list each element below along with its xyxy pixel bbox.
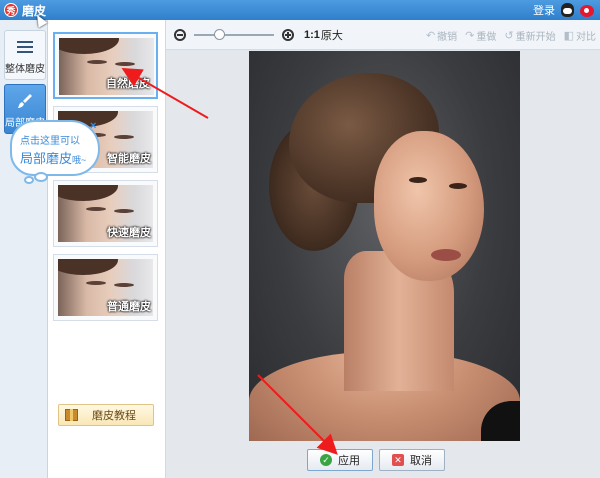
redo-icon: ↷	[465, 30, 475, 42]
tutorial-label: 磨皮教程	[92, 410, 136, 422]
app-logo-icon: 秀	[4, 3, 18, 17]
hint-line-1: 点击这里可以	[20, 136, 80, 147]
tab-label: 整体磨皮	[5, 64, 45, 75]
tab-whole-skin-smoothing[interactable]: 整体磨皮	[4, 30, 46, 80]
history-actions: ↶ 撤销 ↷ 重做 ↺ 重新开始 ◧ 对比	[426, 28, 596, 43]
original-size-label[interactable]: 原大	[321, 27, 343, 43]
zoom-slider-thumb[interactable]	[214, 28, 225, 40]
login-link[interactable]: 登录	[533, 2, 555, 18]
undo-icon: ↶	[425, 30, 436, 42]
hint-bubble: × 点击这里可以 局部磨皮哦~	[10, 120, 100, 176]
preset-label: 快速磨皮	[107, 227, 151, 239]
photo-eye-right	[449, 183, 467, 189]
hint-line-2-main: 局部磨皮	[20, 151, 73, 166]
restart-label: 重新开始	[515, 32, 556, 43]
zoom-slider[interactable]	[194, 28, 274, 40]
photo-eye-left	[409, 177, 427, 183]
bubble-close-icon[interactable]: ×	[90, 120, 96, 132]
hint-line-2: 局部磨皮哦~	[20, 148, 86, 167]
weibo-icon[interactable]	[580, 5, 594, 17]
portrait-photo[interactable]	[249, 51, 520, 441]
apply-label: 应用	[338, 455, 360, 467]
action-buttons: ✓ 应用 ✕ 取消	[307, 449, 445, 471]
actual-size-ratio[interactable]: 1:1	[304, 29, 320, 41]
preset-natural[interactable]: 自然磨皮	[53, 32, 158, 99]
title-actions: 登录	[533, 2, 594, 18]
brush-icon	[18, 94, 32, 108]
redo-button[interactable]: ↷ 重做	[465, 28, 496, 43]
photo-lips	[431, 249, 461, 261]
view-toolbar: 1:1 原大 ↶ 撤销 ↷ 重做 ↺ 重新开始 ◧ 对比	[166, 20, 600, 50]
restart-icon: ↺	[504, 30, 514, 42]
preset-label: 自然磨皮	[106, 78, 150, 90]
sliders-icon	[17, 40, 33, 54]
zoom-out-icon[interactable]	[174, 28, 186, 41]
title-bar: 秀 磨皮 登录	[0, 0, 600, 20]
cancel-button[interactable]: ✕ 取消	[379, 449, 445, 471]
preset-label: 智能磨皮	[107, 153, 151, 165]
apply-button[interactable]: ✓ 应用	[307, 449, 373, 471]
check-icon: ✓	[320, 454, 332, 466]
compare-button[interactable]: ◧ 对比	[564, 28, 596, 43]
hint-bubble-tail	[24, 176, 34, 184]
qq-icon[interactable]	[561, 3, 574, 17]
hint-bubble-tail	[34, 172, 48, 182]
app-logo-text: 秀	[6, 5, 16, 16]
photo-face	[374, 131, 484, 281]
zoom-in-icon[interactable]	[282, 28, 294, 41]
redo-label: 重做	[476, 32, 497, 43]
box-icon	[65, 409, 78, 421]
preset-label: 普通磨皮	[107, 301, 151, 313]
tutorial-button[interactable]: 磨皮教程	[58, 404, 154, 426]
preset-fast[interactable]: 快速磨皮	[53, 180, 158, 247]
compare-label: 对比	[576, 32, 596, 43]
mode-tab-strip: 整体磨皮 局部磨皮	[0, 20, 48, 478]
cancel-label: 取消	[410, 455, 432, 467]
close-icon: ✕	[392, 454, 404, 466]
undo-button[interactable]: ↶ 撤销	[426, 28, 457, 43]
canvas-area[interactable]: ✓ 应用 ✕ 取消	[166, 51, 600, 478]
restart-button[interactable]: ↺ 重新开始	[504, 28, 555, 43]
hint-line-2-suffix: 哦~	[72, 155, 87, 165]
preset-panel: 自然磨皮 智能磨皮 快速磨皮 普通磨皮 磨皮教程	[48, 20, 166, 478]
compare-icon: ◧	[563, 30, 574, 42]
undo-label: 撤销	[437, 32, 458, 43]
preset-normal[interactable]: 普通磨皮	[53, 254, 158, 321]
